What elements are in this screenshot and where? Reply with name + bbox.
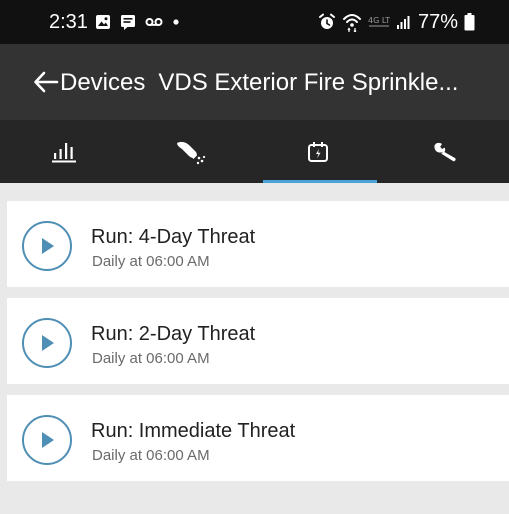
dot-icon (173, 19, 179, 25)
voicemail-icon (145, 18, 163, 26)
list-item[interactable]: Run: 4-Day Threat Daily at 06:00 AM (7, 201, 509, 287)
play-icon (42, 335, 54, 351)
status-system-icons: 4G LTE 77% (318, 11, 475, 33)
arrow-left-icon (34, 71, 59, 93)
schedule-title: Run: Immediate Threat (91, 420, 296, 442)
schedule-subtitle: Daily at 06:00 AM (92, 350, 210, 367)
bar-chart-icon (51, 142, 76, 162)
back-button[interactable] (32, 68, 60, 96)
page-title: Devices VDS Exterior Fire Sprinkle... (60, 68, 500, 100)
schedule-subtitle: Daily at 06:00 AM (92, 253, 210, 270)
device-name: VDS Exterior Fire Sprinkle... (158, 69, 459, 96)
tab-schedules[interactable] (255, 120, 382, 183)
wifi-icon (342, 14, 361, 32)
wrench-icon (434, 142, 456, 161)
sprinkler-icon (176, 141, 205, 164)
tab-bar (0, 120, 509, 183)
list-item[interactable]: Run: Immediate Threat Daily at 06:00 AM (7, 395, 509, 481)
play-icon (42, 432, 54, 448)
signal-icon (396, 16, 410, 29)
status-time: 2:31 (49, 11, 88, 33)
schedule-title: Run: 2-Day Threat (91, 323, 256, 345)
battery-icon (464, 13, 475, 31)
lte-label: 4G LTE (368, 16, 390, 25)
list-item[interactable]: Run: 2-Day Threat Daily at 06:00 AM (7, 298, 509, 384)
back-label[interactable]: Devices (60, 69, 145, 96)
run-schedule-button[interactable] (22, 415, 72, 465)
tab-settings[interactable] (382, 120, 509, 183)
schedule-title: Run: 4-Day Threat (91, 226, 256, 248)
tab-zones[interactable] (127, 120, 254, 183)
app-bar: Devices VDS Exterior Fire Sprinkle... (0, 44, 509, 120)
run-schedule-button[interactable] (22, 221, 72, 271)
play-icon (42, 238, 54, 254)
status-notification-icons (95, 12, 180, 32)
status-bar: 2:31 4G LT 77% (0, 0, 509, 44)
image-icon (96, 15, 110, 29)
run-schedule-button[interactable] (22, 318, 72, 368)
lte-icon: 4G LTE (368, 16, 390, 27)
schedule-icon (308, 141, 329, 162)
message-icon (121, 15, 135, 30)
tab-history[interactable] (0, 120, 127, 183)
schedule-subtitle: Daily at 06:00 AM (92, 447, 210, 464)
alarm-icon (318, 13, 335, 29)
battery-percent: 77% (417, 11, 458, 33)
